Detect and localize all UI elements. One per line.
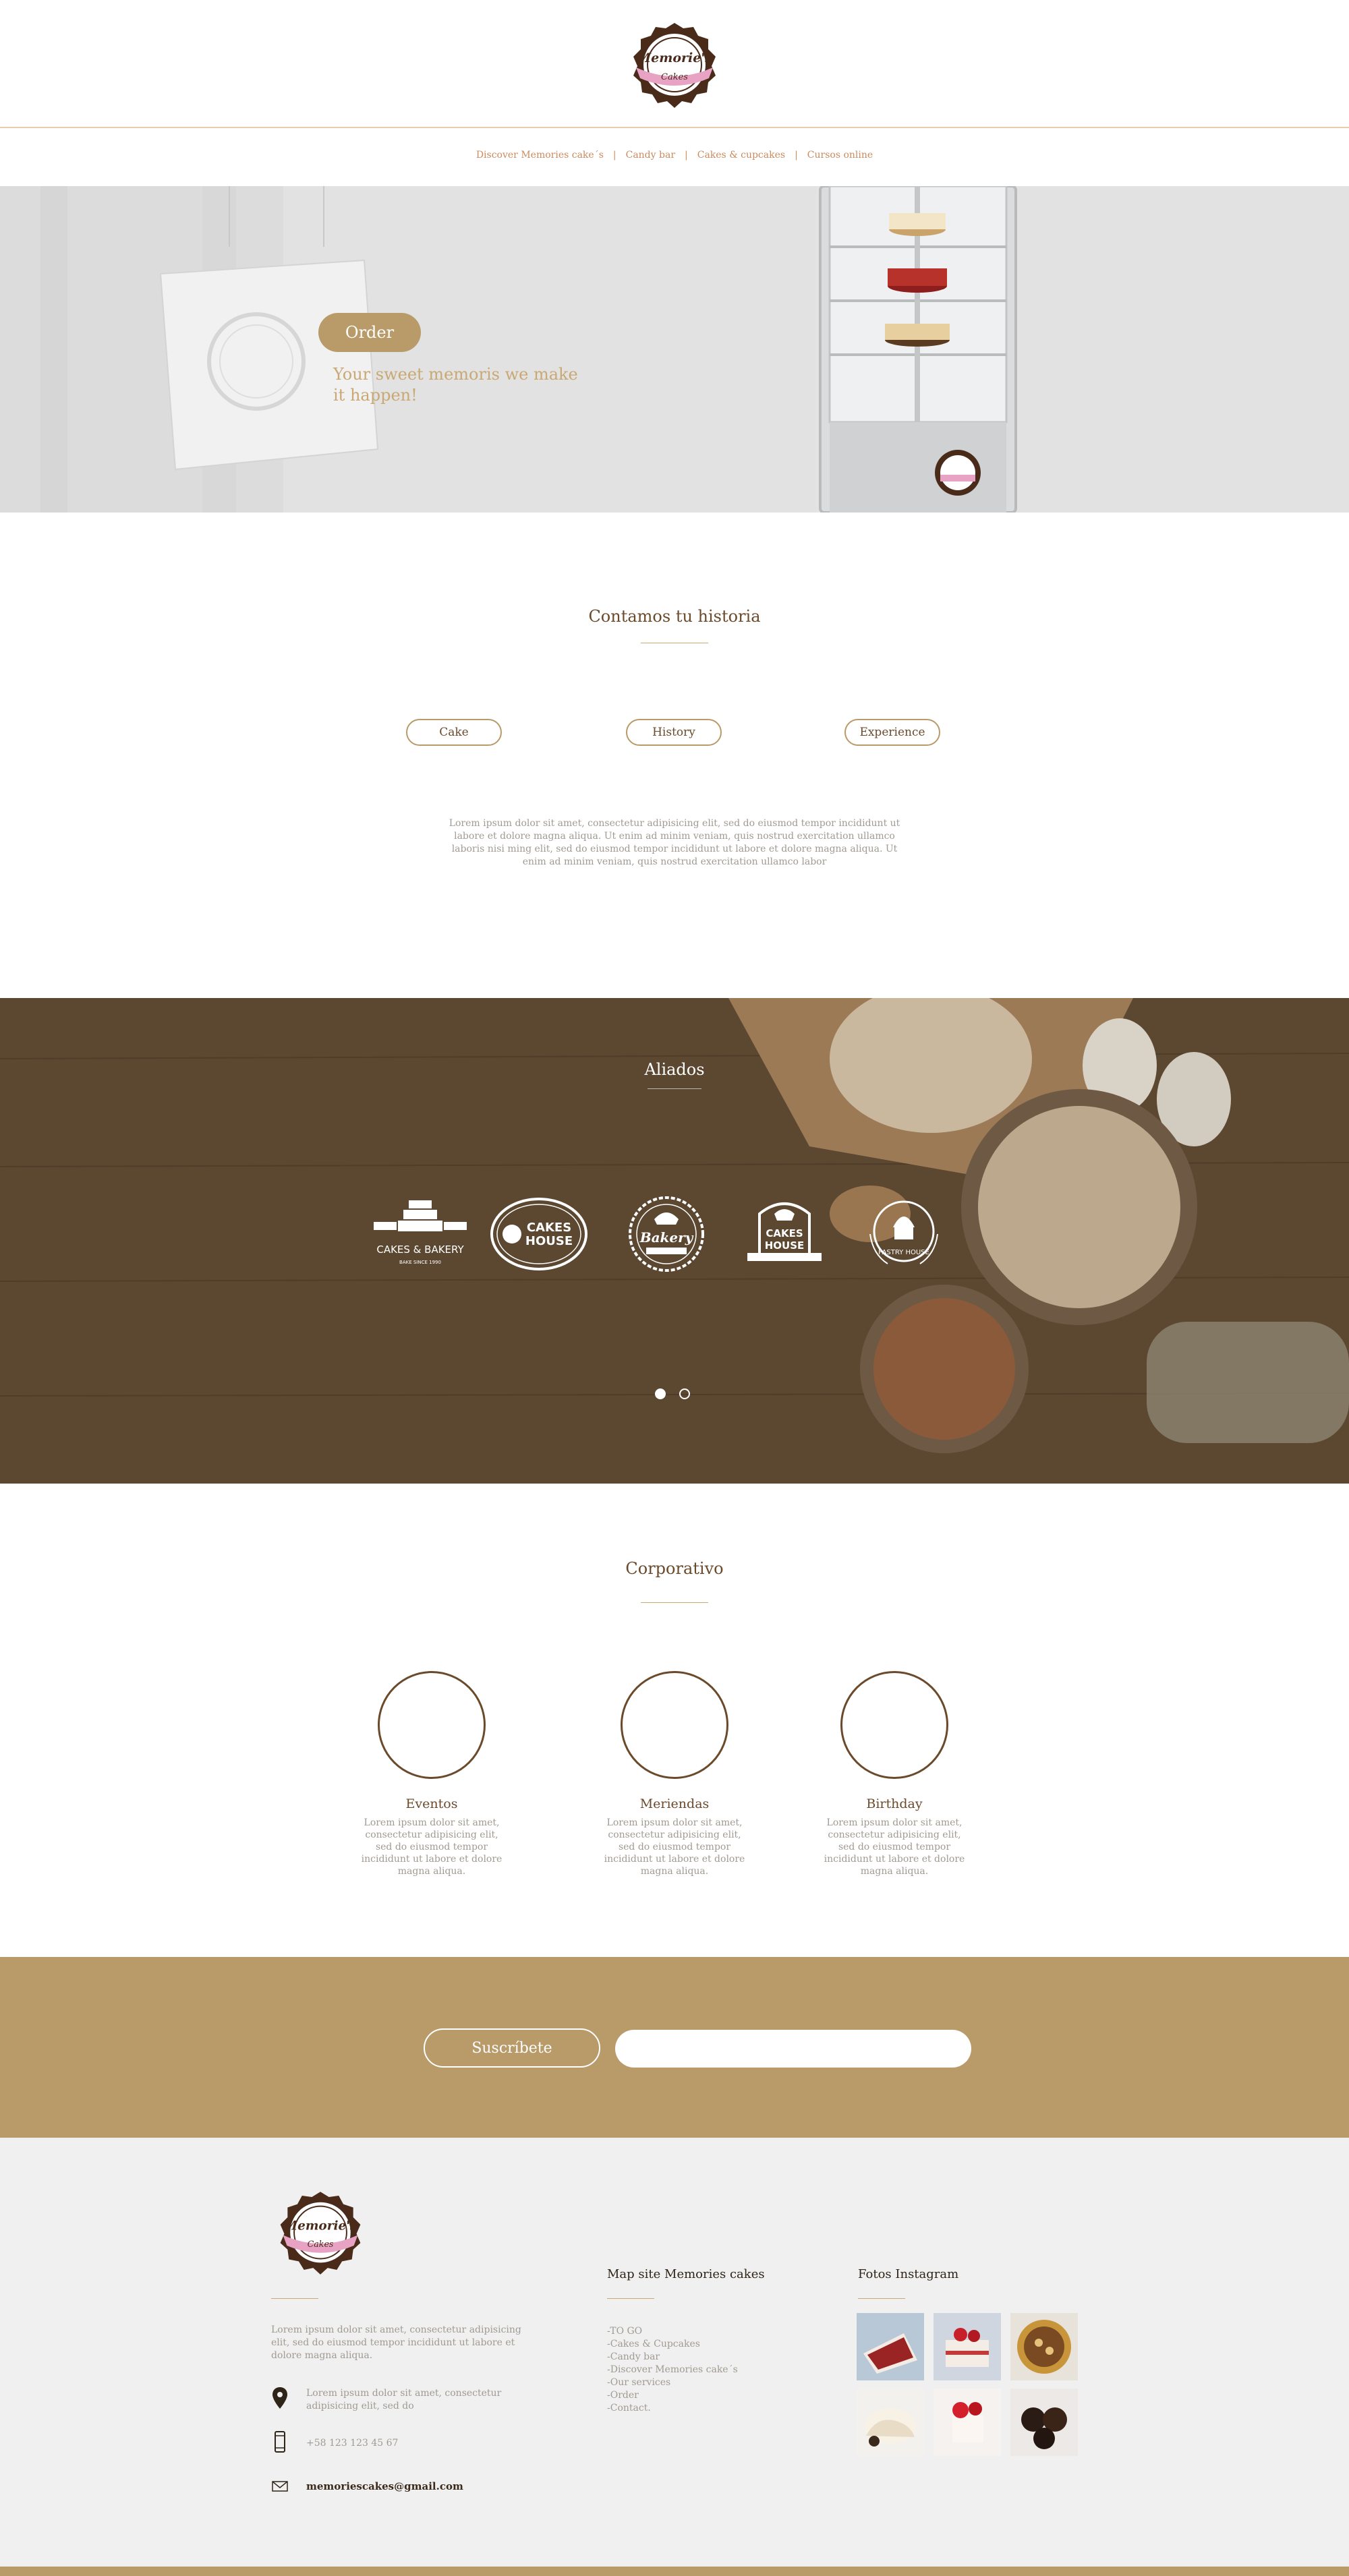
allies-section: Aliados CAKES & BAKERY BAKE SINCE 1990 C… xyxy=(0,998,1349,1484)
footer-phone-text: +58 123 123 45 67 xyxy=(306,2438,399,2449)
envelope-icon xyxy=(272,2481,288,2492)
ally-logo-text: Bakery xyxy=(639,1229,694,1246)
corporate-item-title: Meriendas xyxy=(639,1796,710,1811)
corporate-item-text: Lorem ipsum dolor sit amet, consectetur … xyxy=(824,1817,965,1877)
eventos-image-circle xyxy=(378,1671,486,1779)
footer-map-link-candy-bar[interactable]: -Candy bar xyxy=(607,2351,782,2364)
corporate-section-title: Corporativo xyxy=(625,1559,724,1578)
nav-separator: | xyxy=(795,150,798,160)
footer-divider xyxy=(607,2298,654,2299)
corporate-item-title: Birthday xyxy=(866,1796,923,1811)
carousel-dots xyxy=(655,1388,690,1399)
ally-logo-cakes-house[interactable]: CAKES HOUSE xyxy=(488,1194,590,1275)
footer-map-link-discover[interactable]: -Discover Memories cake´s xyxy=(607,2364,782,2376)
subscribe-email-input[interactable] xyxy=(615,2030,971,2068)
subscribe-section: Suscríbete xyxy=(0,1957,1349,2138)
logo-text-secondary: Cakes xyxy=(308,2239,334,2249)
instagram-photo-cookie-tart[interactable] xyxy=(1010,2313,1078,2380)
birthday-image-circle xyxy=(840,1671,948,1779)
nav-link-cursos-online[interactable]: Cursos online xyxy=(807,150,873,160)
footer-address-text: Lorem ipsum dolor sit amet, consectetur … xyxy=(306,2388,502,2411)
instagram-photo-strawberry-cake[interactable] xyxy=(934,2313,1001,2380)
ally-logo-cakes-house-2[interactable]: CAKES HOUSE xyxy=(741,1194,828,1275)
cake-display-fridge-image xyxy=(816,186,1018,513)
hero-banner: Order Your sweet memoris we make it happ… xyxy=(0,186,1349,513)
carousel-dot-1[interactable] xyxy=(655,1388,666,1399)
site-footer: Memorie's Cakes Lorem ipsum dolor sit am… xyxy=(0,2138,1349,2567)
main-nav: Discover Memories cake´s | Candy bar | C… xyxy=(0,129,1349,186)
corporate-item-text: Lorem ipsum dolor sit amet, consectetur … xyxy=(361,1817,503,1877)
corporate-item-title: Eventos xyxy=(405,1796,458,1811)
footer-email: memoriescakes@gmail.com xyxy=(271,2475,554,2502)
order-button[interactable]: Order xyxy=(318,313,421,352)
carousel-dot-2[interactable] xyxy=(679,1388,690,1399)
footer-map-link-services[interactable]: -Our services xyxy=(607,2376,782,2389)
meriendas-image-circle xyxy=(621,1671,728,1779)
footer-description: Lorem ipsum dolor sit amet, consectetur … xyxy=(271,2324,521,2361)
mobile-phone-icon xyxy=(275,2431,285,2453)
hanging-sign-image xyxy=(159,259,379,471)
tab-cake[interactable]: Cake xyxy=(406,719,502,746)
footer-map-list: -TO GO -Cakes & Cupcakes -Candy bar -Dis… xyxy=(607,2325,782,2415)
corporate-item-text: Lorem ipsum dolor sit amet, consectetur … xyxy=(604,1817,745,1877)
nav-link-cakes-cupcakes[interactable]: Cakes & cupcakes xyxy=(697,150,785,160)
nav-link-discover[interactable]: Discover Memories cake´s xyxy=(476,150,604,160)
ally-logo-text: CAKES xyxy=(766,1227,803,1239)
ally-logo-text: PASTRY HOUSE xyxy=(878,1249,929,1256)
title-divider xyxy=(648,1088,701,1089)
story-paragraph: Lorem ipsum dolor sit amet, consectetur … xyxy=(449,818,900,867)
footer-map-link-order[interactable]: -Order xyxy=(607,2389,782,2402)
footer-bottom-bar xyxy=(0,2567,1349,2576)
instagram-photo-meringue[interactable] xyxy=(857,2389,924,2456)
ally-logo-subtext: HOUSE xyxy=(525,1234,573,1248)
logo-text-primary: Memorie's xyxy=(283,2219,357,2233)
nav-link-candy-bar[interactable]: Candy bar xyxy=(626,150,675,160)
story-section-title: Contamos tu historia xyxy=(588,607,761,626)
ally-logo-pastry-house[interactable]: PASTRY HOUSE xyxy=(863,1194,944,1275)
tab-experience[interactable]: Experience xyxy=(844,719,940,746)
title-divider xyxy=(641,1602,708,1603)
ally-logo-bakery[interactable]: Bakery xyxy=(626,1194,707,1275)
footer-logo[interactable]: Memorie's Cakes xyxy=(271,2189,370,2278)
ally-logo-text: CAKES & BAKERY xyxy=(376,1243,464,1256)
allies-section-title: Aliados xyxy=(644,1060,705,1079)
footer-map-link-cakes-cupcakes[interactable]: -Cakes & Cupcakes xyxy=(607,2338,782,2351)
nav-separator: | xyxy=(685,150,688,160)
ally-logo-subtext: HOUSE xyxy=(765,1239,805,1252)
logo-text-primary: Memorie's xyxy=(636,51,712,65)
footer-instagram-title: Fotos Instagram xyxy=(858,2267,959,2281)
instagram-photo-berry-cream[interactable] xyxy=(934,2389,1001,2456)
hero-tagline: Your sweet memoris we make it happen! xyxy=(333,365,578,405)
ally-logo-text: CAKES xyxy=(527,1221,571,1235)
tab-history[interactable]: History xyxy=(626,719,722,746)
footer-phone: +58 123 123 45 67 xyxy=(271,2430,554,2457)
ally-logo-subtext: BAKE SINCE 1990 xyxy=(399,1260,441,1265)
memories-cakes-logo[interactable]: Memorie's Cakes xyxy=(624,20,725,111)
footer-map-title: Map site Memories cakes xyxy=(607,2267,765,2281)
nav-separator: | xyxy=(612,150,616,160)
site-header: Memorie's Cakes xyxy=(0,0,1349,128)
footer-map-link-contact[interactable]: -Contact. xyxy=(607,2402,782,2415)
location-pin-icon xyxy=(272,2387,287,2409)
instagram-photo-chocolate-truffles[interactable] xyxy=(1010,2389,1078,2456)
instagram-photo-red-velvet[interactable] xyxy=(857,2313,924,2380)
subscribe-button[interactable]: Suscríbete xyxy=(424,2028,600,2068)
footer-email-link[interactable]: memoriescakes@gmail.com xyxy=(306,2480,556,2493)
footer-divider xyxy=(271,2298,318,2299)
logo-text-secondary: Cakes xyxy=(661,72,688,82)
footer-map-link-to-go[interactable]: -TO GO xyxy=(607,2325,782,2338)
ally-logo-cakes-bakery[interactable]: CAKES & BAKERY BAKE SINCE 1990 xyxy=(370,1194,471,1275)
footer-divider xyxy=(858,2298,905,2299)
footer-address: Lorem ipsum dolor sit amet, consectetur … xyxy=(271,2386,554,2413)
